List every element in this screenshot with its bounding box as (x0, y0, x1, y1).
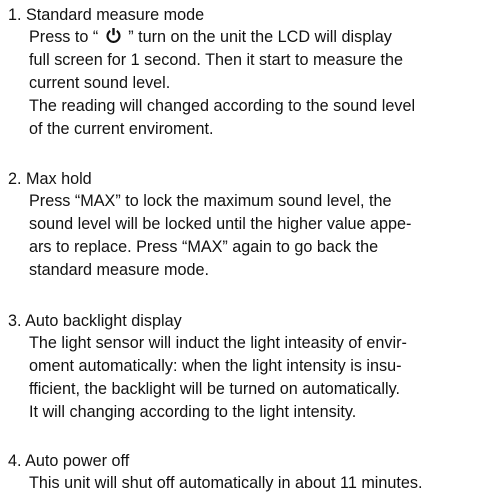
section-heading: 1. Standard measure mode (8, 6, 205, 24)
body-line: standard measure mode. (29, 261, 209, 279)
section-body: Press “MAX” to lock the maximum sound le… (8, 190, 493, 282)
section-max-hold: 2. Max hold Press “MAX” to lock the maxi… (8, 168, 493, 282)
body-line: sound level will be locked until the hig… (29, 215, 412, 233)
body-line: The light sensor will induct the light i… (29, 334, 407, 352)
body-line: It will changing according to the light … (29, 403, 357, 421)
body-line: full screen for 1 second. Then it start … (29, 51, 404, 69)
body-line: current sound level. (29, 74, 171, 92)
body-line: The reading will changed according to th… (29, 97, 416, 115)
instruction-page: 1. Standard measure mode Press to “ ” tu… (0, 0, 493, 493)
section-auto-backlight-display: 3. Auto backlight display The light sens… (8, 310, 493, 424)
section-heading: 4. Auto power off (8, 452, 130, 470)
body-line: Press “MAX” to lock the maximum sound le… (29, 192, 392, 210)
body-line: This unit will shut off automatically in… (29, 474, 423, 492)
body-line: oment automatically: when the light inte… (29, 357, 402, 375)
section-heading: 3. Auto backlight display (8, 312, 182, 330)
body-line: of the current enviroment. (29, 120, 214, 138)
body-line: ars to replace. Press “MAX” again to go … (29, 238, 379, 256)
line-text-after-icon: ” turn on the unit the LCD will display (123, 28, 392, 46)
section-standard-measure-mode: 1. Standard measure mode Press to “ ” tu… (8, 4, 493, 141)
section-body: Press to “ ” turn on the unit the LCD wi… (8, 26, 493, 141)
line-text-before-icon: Press to “ (29, 28, 103, 46)
body-line: fficient, the backlight will be turned o… (29, 380, 401, 398)
section-heading: 2. Max hold (8, 170, 92, 188)
power-icon (105, 27, 122, 44)
body-line: Press to “ ” turn on the unit the LCD wi… (29, 26, 493, 49)
section-auto-power-off: 4. Auto power off This unit will shut of… (8, 450, 493, 495)
section-body: This unit will shut off automatically in… (8, 472, 493, 495)
section-body: The light sensor will induct the light i… (8, 332, 493, 424)
